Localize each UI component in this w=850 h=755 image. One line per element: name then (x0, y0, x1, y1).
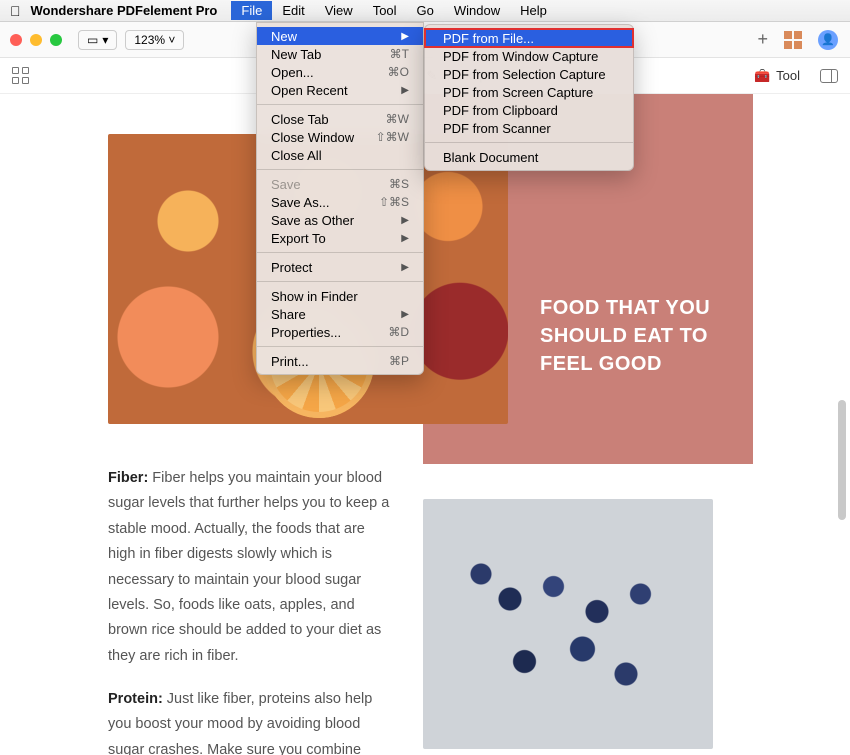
file-menu-item[interactable]: Save As... ⇧⌘S (257, 193, 423, 211)
menu-edit[interactable]: Edit (272, 1, 314, 20)
new-submenu-item[interactable]: Blank Document (425, 148, 633, 166)
menu-item-label: Export To (271, 231, 326, 246)
menu-item-label: Protect (271, 260, 312, 275)
menu-separator (425, 142, 633, 143)
menu-item-label: Save (271, 177, 301, 192)
menu-view[interactable]: View (315, 1, 363, 20)
macos-menubar:  Wondershare PDFelement Pro File Edit V… (0, 0, 850, 22)
file-menu-item[interactable]: New ▶ (257, 27, 423, 45)
file-menu-item[interactable]: Save ⌘S (257, 175, 423, 193)
file-menu-item[interactable]: Open Recent ▶ (257, 81, 423, 99)
menu-item-label: New Tab (271, 47, 321, 62)
submenu-arrow-icon: ▶ (401, 31, 409, 42)
new-submenu-item[interactable]: PDF from Window Capture (425, 47, 633, 65)
menu-shortcut: ⌘D (388, 325, 409, 339)
menu-item-label: Open... (271, 65, 314, 80)
new-submenu-item[interactable]: PDF from Selection Capture (425, 65, 633, 83)
menu-item-label: New (271, 29, 297, 44)
close-window-button[interactable] (10, 34, 22, 46)
view-mode-toggle[interactable]: ▭ ▾ (78, 30, 117, 50)
vertical-scrollbar[interactable] (838, 100, 848, 745)
menu-item-label: Share (271, 307, 306, 322)
chevron-down-icon: ˅ (168, 33, 175, 47)
submenu-arrow-icon: ▶ (401, 233, 409, 244)
hero-heading: FOOD THAT YOU SHOULD EAT TO FEEL GOOD (540, 294, 740, 378)
body-copy: Fiber: Fiber helps you maintain your blo… (108, 466, 393, 755)
protein-label: Protein: (108, 691, 163, 707)
file-menu-item[interactable]: Properties... ⌘D (257, 323, 423, 341)
new-submenu-item[interactable]: PDF from Scanner (425, 119, 633, 137)
menu-go[interactable]: Go (407, 1, 444, 20)
scrollbar-thumb[interactable] (838, 400, 846, 520)
zoom-window-button[interactable] (50, 34, 62, 46)
menu-item-label: Close Tab (271, 112, 329, 127)
file-menu-item[interactable]: Share ▶ (257, 305, 423, 323)
submenu-arrow-icon: ▶ (401, 85, 409, 96)
menu-separator (257, 252, 423, 253)
sidebar-icon: ▭ (87, 33, 98, 47)
menu-separator (257, 281, 423, 282)
menu-file[interactable]: File (231, 1, 272, 20)
menu-item-label: Print... (271, 354, 309, 369)
file-menu-dropdown: New ▶ New Tab ⌘T Open... ⌘O Open Recent ▶ Close … (256, 22, 424, 375)
menu-separator (257, 169, 423, 170)
menu-shortcut: ⌘S (389, 177, 409, 191)
apple-logo-icon[interactable]:  (10, 3, 21, 19)
file-menu-item[interactable]: Close All (257, 146, 423, 164)
file-menu-item[interactable]: New Tab ⌘T (257, 45, 423, 63)
menu-shortcut: ⌘O (388, 65, 409, 79)
new-tab-button[interactable]: + (757, 29, 768, 50)
file-menu-item[interactable]: Close Tab ⌘W (257, 110, 423, 128)
toolbox-icon: 🧰 (754, 68, 770, 84)
submenu-arrow-icon: ▶ (401, 262, 409, 273)
menu-shortcut: ⇧⌘S (379, 195, 409, 209)
menu-help[interactable]: Help (510, 1, 557, 20)
document-canvas: FOOD THAT YOU SHOULD EAT TO FEEL GOOD Fi… (0, 94, 850, 755)
menu-item-label: Properties... (271, 325, 341, 340)
new-submenu-item[interactable]: PDF from Screen Capture (425, 83, 633, 101)
submenu-arrow-icon: ▶ (401, 309, 409, 320)
menu-shortcut: ⌘T (390, 47, 409, 61)
file-menu-item[interactable]: Protect ▶ (257, 258, 423, 276)
minimize-window-button[interactable] (30, 34, 42, 46)
menu-item-label: Close Window (271, 130, 354, 145)
file-menu-item[interactable]: Show in Finder (257, 287, 423, 305)
app-title: Wondershare PDFelement Pro (31, 3, 218, 18)
menu-separator (257, 104, 423, 105)
file-menu-item[interactable]: Close Window ⇧⌘W (257, 128, 423, 146)
zoom-value: 123% (134, 33, 165, 47)
menu-item-label: Open Recent (271, 83, 348, 98)
menu-item-label: Save As... (271, 195, 330, 210)
file-menu-item[interactable]: Export To ▶ (257, 229, 423, 247)
thumbnails-icon[interactable] (12, 67, 29, 84)
fiber-text: Fiber helps you maintain your blood suga… (108, 470, 389, 664)
menu-shortcut: ⌘P (389, 354, 409, 368)
menu-tool[interactable]: Tool (363, 1, 407, 20)
file-menu-item[interactable]: Print... ⌘P (257, 352, 423, 370)
app-grid-icon[interactable] (784, 31, 802, 49)
menu-separator (257, 346, 423, 347)
menu-item-label: Show in Finder (271, 289, 358, 304)
chevron-down-icon: ▾ (102, 33, 108, 47)
menu-item-label: Close All (271, 148, 322, 163)
tool-button[interactable]: Tool (776, 68, 800, 83)
new-submenu-dropdown: PDF from File...PDF from Window CaptureP… (424, 24, 634, 171)
menu-window[interactable]: Window (444, 1, 510, 20)
split-view-icon[interactable] (820, 69, 838, 83)
zoom-dropdown[interactable]: 123% ˅ (125, 30, 184, 50)
account-avatar-icon[interactable]: 👤 (818, 30, 838, 50)
file-menu-item[interactable]: Open... ⌘O (257, 63, 423, 81)
fiber-label: Fiber: (108, 470, 148, 486)
new-submenu-item[interactable]: PDF from File... (425, 29, 633, 47)
submenu-arrow-icon: ▶ (401, 215, 409, 226)
new-submenu-item[interactable]: PDF from Clipboard (425, 101, 633, 119)
menu-item-label: Save as Other (271, 213, 354, 228)
window-controls (10, 34, 62, 46)
menu-shortcut: ⌘W (386, 112, 409, 126)
blueberry-image (423, 499, 713, 749)
file-menu-item[interactable]: Save as Other ▶ (257, 211, 423, 229)
menu-shortcut: ⇧⌘W (376, 130, 409, 144)
